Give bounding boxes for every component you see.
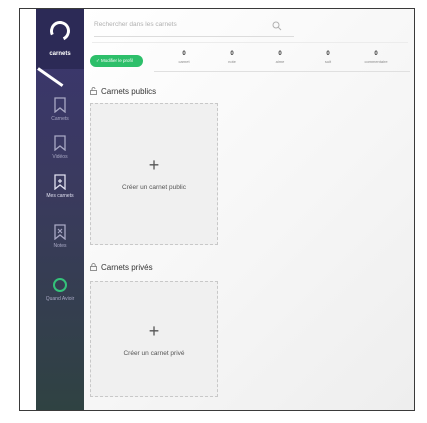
sidebar-item-label: Carnets: [51, 116, 69, 122]
sidebar: carnets Carnets Vidéos Mes carnets Notes…: [36, 9, 84, 410]
app-window: carnets Carnets Vidéos Mes carnets Notes…: [19, 8, 415, 411]
stat-value: 0: [326, 51, 330, 57]
sidebar-item-label: Mes carnets: [46, 193, 74, 199]
stat-label: suit: [324, 59, 332, 64]
bookmark-icon: [54, 97, 66, 113]
main-content: Rechercher dans les carnets ✓ Modifier l…: [84, 9, 414, 410]
stat-value: 0: [374, 51, 378, 57]
logo[interactable]: carnets: [36, 9, 84, 69]
stat-carnet: 0 carnet: [164, 51, 204, 64]
section-title-private: Carnets privés: [90, 263, 153, 272]
stat-value: 0: [182, 51, 186, 57]
logo-text: carnets: [49, 51, 71, 57]
sidebar-item-mes-carnets[interactable]: Mes carnets: [36, 174, 84, 199]
stat-label: carnet: [178, 59, 190, 64]
sidebar-item-videos[interactable]: Vidéos: [36, 135, 84, 160]
divider: [92, 42, 408, 43]
edit-profile-button[interactable]: ✓ Modifier le profil: [90, 55, 143, 67]
bookmark-edit-icon: [54, 174, 66, 190]
stat-label: aime: [275, 59, 285, 64]
bookmark-icon: [54, 135, 66, 151]
sidebar-item-label: Notes: [53, 243, 67, 249]
bookmark-x-icon: [54, 224, 66, 240]
stat-value: 0: [230, 51, 234, 57]
stat-suit: 0 suit: [308, 51, 348, 64]
divider: [154, 71, 410, 72]
sidebar-item-label: Vidéos: [52, 154, 68, 160]
sidebar-item-quand-avioir[interactable]: Quand Avioir: [36, 277, 84, 302]
stat-aime: 0 aime: [260, 51, 300, 64]
logo-icon: [47, 18, 73, 44]
section-title-text: Carnets publics: [101, 87, 157, 96]
sidebar-item-label: Quand Avioir: [45, 296, 75, 302]
search-icon[interactable]: [272, 21, 282, 31]
search-bar[interactable]: Rechercher dans les carnets: [94, 17, 294, 37]
plus-icon: +: [148, 155, 160, 175]
create-private-label: Créer un carnet privé: [123, 350, 185, 357]
sidebar-item-carnets[interactable]: Carnets: [36, 97, 84, 122]
logo-accent: [37, 67, 64, 87]
section-title-public: Carnets publics: [90, 87, 156, 96]
stat-note: 0 note: [212, 51, 252, 64]
create-private-notebook-card[interactable]: + Créer un carnet privé: [90, 281, 218, 397]
stat-label: note: [228, 59, 236, 64]
stat-commentaire: 0 commentaire: [356, 51, 396, 64]
create-public-label: Créer un carnet public: [122, 184, 186, 191]
sidebar-item-notes[interactable]: Notes: [36, 224, 84, 249]
create-public-notebook-card[interactable]: + Créer un carnet public: [90, 103, 218, 245]
search-input[interactable]: Rechercher dans les carnets: [94, 21, 177, 28]
section-title-text: Carnets privés: [101, 263, 153, 272]
lock-icon: [90, 263, 97, 271]
stat-value: 0: [278, 51, 282, 57]
unlock-icon: [90, 87, 97, 95]
circle-icon: [53, 278, 67, 292]
plus-icon: +: [148, 321, 160, 341]
stat-label: commentaire: [364, 59, 388, 64]
